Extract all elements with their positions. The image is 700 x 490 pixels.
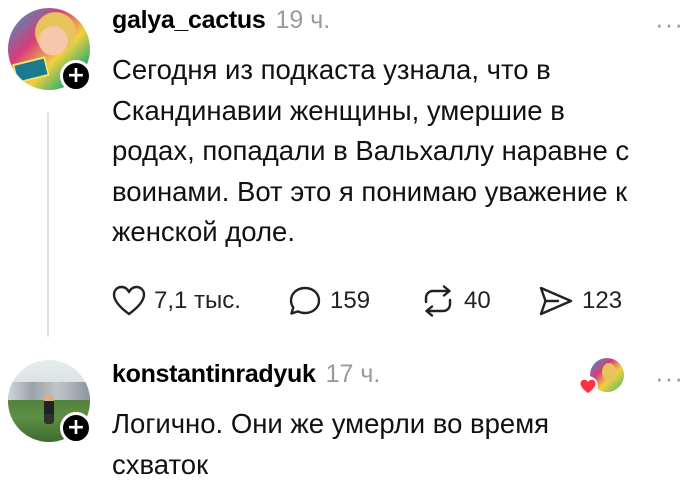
post-text-line: Сегодня из подкаста узнала, что в: [112, 54, 551, 85]
avatar-container[interactable]: +: [8, 360, 92, 444]
post-text-line: Скандинавии женщины, умершие в: [112, 94, 565, 126]
like-button[interactable]: 7,1 тыс.: [112, 285, 288, 317]
post-text-line: воинами. Вот это я понимаю уважение к: [112, 175, 628, 207]
repost-count: 40: [464, 287, 491, 314]
post-galya-cactus: + galya_cactus 19 ч. ··· Сегодня из подк…: [0, 0, 700, 340]
thread-line: [47, 112, 49, 337]
post-header: konstantinradyuk 17 ч.: [112, 360, 380, 389]
post-text: Сегодня из подкаста узнала, что в Сканди…: [112, 50, 670, 253]
post-text-line: схваток: [112, 448, 209, 480]
post-header: galya_cactus 19 ч.: [112, 6, 330, 35]
comment-count: 159: [330, 287, 371, 314]
post-text-line: родах, попадали в Вальхаллу наравне с: [112, 135, 630, 166]
more-options-icon[interactable]: ···: [655, 11, 684, 37]
share-button[interactable]: 123: [538, 285, 622, 317]
avatar-container[interactable]: +: [8, 8, 92, 92]
comment-button[interactable]: 159: [288, 285, 420, 317]
post-text: Логично. Они же умерли во время схваток: [112, 404, 670, 485]
timestamp: 19 ч.: [275, 6, 331, 34]
heart-icon: [112, 285, 146, 317]
send-icon: [538, 285, 574, 317]
action-bar: 7,1 тыс. 159 40 123: [112, 285, 622, 317]
like-count: 7,1 тыс.: [154, 287, 241, 314]
more-options-icon[interactable]: ···: [655, 365, 684, 391]
liked-by-author-indicator: [578, 358, 624, 396]
follow-plus-icon[interactable]: +: [60, 60, 92, 92]
post-text-line: женской доле.: [112, 216, 295, 247]
heart-icon: [578, 376, 598, 396]
username[interactable]: galya_cactus: [112, 6, 266, 35]
share-count: 123: [582, 287, 623, 314]
timestamp: 17 ч.: [325, 360, 381, 388]
comment-icon: [288, 285, 322, 317]
post-text-line: Логично. Они же умерли во время: [112, 408, 550, 439]
repost-button[interactable]: 40: [420, 285, 538, 317]
follow-plus-icon[interactable]: +: [60, 412, 92, 444]
username[interactable]: konstantinradyuk: [112, 360, 316, 389]
repost-icon: [420, 285, 456, 317]
